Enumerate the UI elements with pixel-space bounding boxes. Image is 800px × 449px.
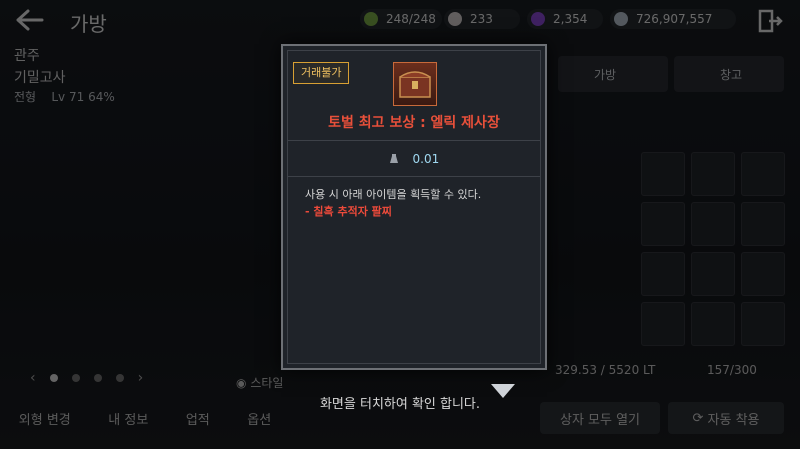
item-weight-row: 0.01 (283, 152, 545, 166)
divider (287, 176, 541, 177)
item-weight: 0.01 (412, 152, 440, 166)
item-tooltip-modal: 거래불가 토벌 최고 보상 : 엘릭 제사장 0.01 사용 시 아래 아이템을… (281, 44, 547, 370)
item-name: 토벌 최고 보상 : 엘릭 제사장 (328, 115, 500, 131)
inventory-slot[interactable] (691, 252, 735, 296)
top-bar: 가방 248/248 233 2,354 726,907,557 (0, 0, 800, 40)
stamina-counter: 248/248 (360, 9, 442, 29)
inventory-slot[interactable] (741, 152, 785, 196)
untradable-badge: 거래불가 (293, 62, 350, 84)
silver-counter: 726,907,557 (610, 9, 736, 29)
character-level: Lv 71 (51, 90, 85, 104)
silver-icon (614, 12, 628, 26)
page-dot[interactable] (115, 374, 124, 382)
page-dot[interactable] (49, 374, 58, 382)
divider (287, 140, 541, 141)
item-description: 사용 시 아래 아이템을 획득할 수 있다. - 칠흑 추적자 팔찌 (305, 186, 535, 220)
touch-to-confirm-hint[interactable]: 화면을 터치하여 확인 합니다. (0, 393, 800, 412)
pearl-counter: 233 (444, 9, 520, 29)
chevron-left-icon[interactable]: ‹ (30, 370, 36, 386)
page-indicator: ‹ › (30, 370, 180, 386)
character-info-panel: 관주 기밀고사 전형 Lv 71 64% (14, 45, 214, 105)
crystal-icon (531, 12, 545, 26)
back-arrow-icon[interactable] (14, 8, 44, 32)
chest-item-icon (393, 62, 437, 106)
inventory-slot[interactable] (741, 302, 785, 346)
weight-icon (389, 154, 398, 163)
page-dot[interactable] (93, 374, 102, 382)
style-toggle[interactable]: ◉ 스타일 (236, 374, 283, 391)
crystal-counter: 2,354 (527, 9, 603, 29)
description-text: 사용 시 아래 아이템을 획득할 수 있다. (305, 188, 482, 201)
inventory-slot[interactable] (741, 252, 785, 296)
reward-item-text: - 칠흑 추적자 팔찌 (305, 205, 392, 218)
check-circle-icon: ◉ (236, 376, 247, 390)
pearl-icon (448, 12, 462, 26)
character-level-pct: 64% (88, 90, 115, 104)
tab-bag[interactable]: 가방 (558, 56, 668, 92)
stamina-value: 248/248 (386, 12, 436, 26)
inventory-grid (553, 100, 785, 350)
inventory-slot[interactable] (641, 152, 685, 196)
bag-weight: 329.53 / 5520 LT (555, 363, 656, 377)
inventory-slot[interactable] (641, 252, 685, 296)
crystal-value: 2,354 (553, 12, 588, 26)
inventory-slot[interactable] (741, 202, 785, 246)
inventory-slot[interactable] (691, 202, 735, 246)
page-dot[interactable] (71, 374, 80, 382)
pearl-value: 233 (470, 12, 493, 26)
refresh-icon: ⟳ (692, 410, 708, 426)
character-subtitle: 기밀고사 (14, 70, 66, 86)
stamina-icon (364, 12, 378, 26)
character-level-row: 전형 Lv 71 64% (14, 90, 115, 104)
inventory-slot[interactable] (641, 302, 685, 346)
tab-storage[interactable]: 창고 (674, 56, 784, 92)
inventory-slot[interactable] (691, 152, 735, 196)
chevron-right-icon[interactable]: › (138, 370, 144, 386)
chevron-down-icon (491, 384, 515, 398)
inventory-slot[interactable] (691, 302, 735, 346)
bag-slot-count: 157/300 (707, 363, 757, 377)
inventory-slot[interactable] (641, 202, 685, 246)
silver-value: 726,907,557 (636, 12, 713, 26)
screen-title: 가방 (70, 12, 107, 36)
character-title: 관주 (14, 48, 40, 64)
exit-door-icon[interactable] (757, 9, 783, 33)
